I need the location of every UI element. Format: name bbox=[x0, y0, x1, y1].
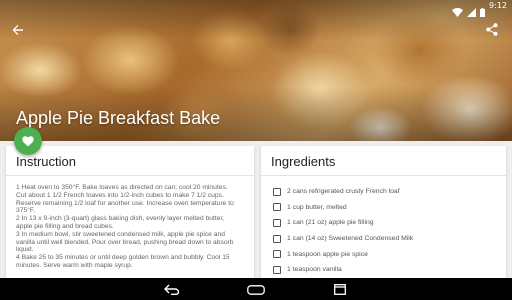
ingredients-card: Ingredients 2 cans refrigerated crusty F… bbox=[261, 146, 506, 278]
status-bar: 9:12 bbox=[0, 0, 512, 17]
share-button[interactable] bbox=[482, 20, 502, 40]
instruction-line: 1 Heat oven to 350°F. Bake loaves as dir… bbox=[16, 184, 228, 191]
ingredient-item[interactable]: 1 teaspoon apple pie spice bbox=[273, 246, 496, 262]
ingredient-checkbox[interactable] bbox=[273, 265, 281, 274]
instruction-line: liquid. bbox=[16, 246, 34, 254]
instruction-line: 4 Bake 25 to 35 minutes or until deep go… bbox=[16, 254, 230, 262]
signal-icon bbox=[467, 2, 477, 17]
ingredient-item[interactable]: 2 cans refrigerated crusty French loaf bbox=[273, 184, 496, 200]
ingredient-checkbox[interactable] bbox=[273, 250, 281, 259]
instruction-line: vanilla until well blended. Pour over br… bbox=[16, 238, 234, 246]
ingredient-label: 1 teaspoon vanilla bbox=[287, 266, 342, 274]
instruction-line: Cut about 1 1/2 French loaves into 1/2-i… bbox=[16, 191, 224, 199]
nav-home-button[interactable] bbox=[245, 280, 267, 298]
instruction-line: 2 In 13 x 9-inch (3-quart) glass baking … bbox=[16, 215, 225, 223]
instruction-line: 3 In medium bowl, stir sweetened condens… bbox=[16, 230, 225, 238]
ingredient-checkbox[interactable] bbox=[273, 234, 281, 243]
system-nav-bar bbox=[0, 278, 512, 300]
ingredient-checkbox[interactable] bbox=[273, 218, 281, 227]
ingredient-label: 1 teaspoon apple pie spice bbox=[287, 250, 368, 258]
ingredient-item[interactable]: 1 can (21 oz) apple pie filling bbox=[273, 215, 496, 231]
nav-back-button[interactable] bbox=[161, 280, 183, 298]
ingredient-checkbox[interactable] bbox=[273, 203, 281, 212]
nav-recents-icon bbox=[334, 280, 346, 299]
ingredient-label: 1 can (21 oz) apple pie filling bbox=[287, 219, 374, 227]
instruction-line: 375°F. bbox=[16, 207, 36, 215]
instructions-title: Instruction bbox=[16, 154, 76, 169]
recipe-title: Apple Pie Breakfast Bake bbox=[16, 108, 221, 128]
instruction-line: minutes. Serve warm with maple syrup. bbox=[16, 261, 133, 269]
ingredient-list: 2 cans refrigerated crusty French loaf 1… bbox=[261, 176, 506, 278]
nav-recents-button[interactable] bbox=[329, 280, 351, 298]
ingredient-item[interactable]: 1 can (14 oz) Sweetened Condensed Milk bbox=[273, 231, 496, 247]
status-clock: 9:12 bbox=[489, 1, 507, 10]
back-button[interactable] bbox=[8, 20, 28, 40]
ingredient-label: 1 cup butter, melted bbox=[287, 203, 347, 211]
instruction-line: apple pie filling and bread cubes. bbox=[16, 222, 114, 230]
wifi-icon bbox=[452, 2, 464, 17]
instructions-card: Instruction 1 Heat oven to 350°F. Bake l… bbox=[6, 146, 254, 278]
nav-back-icon bbox=[164, 280, 180, 299]
ingredient-item[interactable]: 1 teaspoon vanilla bbox=[273, 262, 496, 278]
nav-home-icon bbox=[247, 280, 265, 299]
instruction-line: Reserve remaining 1/2 loaf for another u… bbox=[16, 199, 234, 207]
favorite-button[interactable] bbox=[14, 127, 42, 155]
ingredient-label: 1 can (14 oz) Sweetened Condensed Milk bbox=[287, 235, 414, 243]
arrow-back-icon bbox=[12, 21, 24, 40]
ingredient-checkbox[interactable] bbox=[273, 187, 281, 196]
share-icon bbox=[486, 21, 498, 40]
instructions-text: 1 Heat oven to 350°F. Bake loaves as dir… bbox=[6, 176, 254, 270]
ingredient-item[interactable]: 1 cup butter, melted bbox=[273, 200, 496, 216]
heart-icon bbox=[22, 132, 34, 151]
ingredient-label: 2 cans refrigerated crusty French loaf bbox=[287, 188, 400, 196]
ingredients-title: Ingredients bbox=[271, 154, 336, 169]
battery-icon bbox=[480, 2, 486, 17]
